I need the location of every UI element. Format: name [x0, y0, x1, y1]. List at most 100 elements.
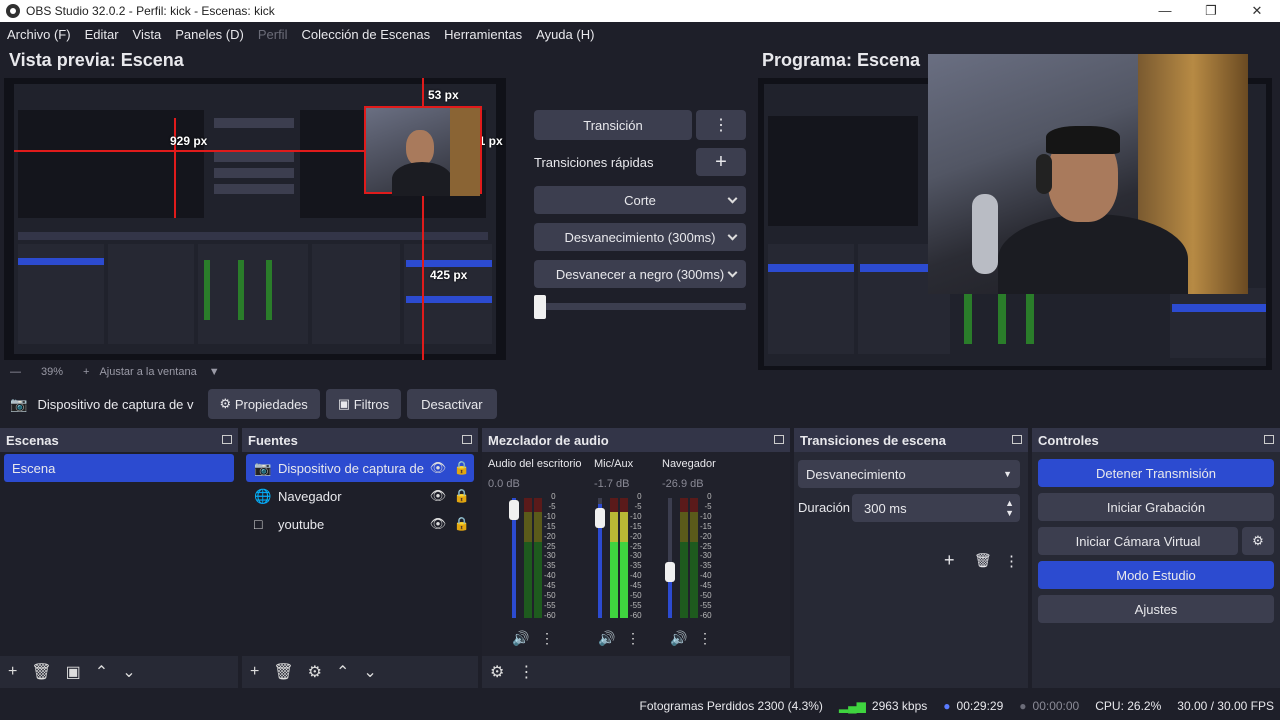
fps: 30.00 / 30.00 FPS: [1177, 699, 1274, 713]
quick-transition-fade-black[interactable]: Desvanecer a negro (300ms): [534, 260, 746, 288]
menu-coleccion[interactable]: Colección de Escenas: [301, 27, 430, 42]
trash-icon[interactable]: 🗑: [974, 552, 992, 569]
more-icon[interactable]: ⋮: [1004, 552, 1019, 570]
menu-editar[interactable]: Editar: [85, 27, 119, 42]
fader-knob[interactable]: [595, 508, 605, 528]
quick-transitions-label: Transiciones rápidas: [534, 155, 654, 170]
stop-stream-button[interactable]: Detener Transmisión: [1038, 459, 1274, 487]
speaker-icon[interactable]: 🔊: [512, 630, 529, 647]
quick-transition-fade[interactable]: Desvanecimiento (300ms): [534, 223, 746, 251]
transition-more-icon[interactable]: ⋮: [696, 110, 746, 140]
db-ticks: 0 -5 -10 -15 -20 -25 -30 -35 -40 -45 -50 -55 -60: [544, 492, 556, 621]
mixer-channel-desktop: Audio del escritorio 0.0 dB 0 -5 -10 -15 -20…: [488, 458, 582, 647]
maximize-icon[interactable]: ❐: [1188, 3, 1234, 19]
zoom-out-icon[interactable]: —: [10, 366, 21, 378]
add-quick-transition-icon[interactable]: +: [696, 148, 746, 176]
more-icon[interactable]: ⋮: [698, 630, 712, 647]
transition-button[interactable]: Transición: [534, 110, 692, 140]
db-tick-label: -45: [544, 581, 556, 591]
visibility-icon[interactable]: 👁: [426, 488, 450, 504]
zoom-in-icon[interactable]: +: [83, 366, 89, 378]
virtual-camera-button[interactable]: Iniciar Cámara Virtual: [1038, 527, 1238, 555]
menu-paneles[interactable]: Paneles (D): [175, 27, 244, 42]
filters-button[interactable]: ▣ Filtros: [325, 389, 402, 419]
preview-zoom-bar: — 39% + Ajustar a la ventana ▼: [0, 362, 520, 382]
virtual-camera-settings-icon[interactable]: ⚙: [1242, 527, 1274, 555]
transition-select[interactable]: Desvanecimiento ▼: [798, 460, 1020, 488]
window-icon: □: [254, 516, 263, 532]
db-tick-label: -25: [630, 541, 642, 551]
add-icon[interactable]: +: [944, 550, 955, 571]
camera-icon: 📷: [10, 395, 28, 412]
mixer-channel-mic: Mic/Aux -1.7 dB 0 -5 -10 -15 -20 -25 -30 -35 -40…: [594, 458, 642, 647]
lock-icon[interactable]: 🔒: [450, 460, 474, 476]
trash-icon[interactable]: 🗑: [273, 662, 293, 682]
fader-knob[interactable]: [665, 562, 675, 582]
visibility-icon[interactable]: 👁: [426, 460, 450, 476]
advanced-audio-icon[interactable]: ⚙: [490, 662, 504, 682]
db-tick-label: -35: [700, 561, 712, 571]
menu-vista[interactable]: Vista: [133, 27, 162, 42]
quick-transition-corte[interactable]: Corte: [534, 186, 746, 214]
level-meter: [524, 498, 532, 618]
studio-mode-button[interactable]: Modo Estudio: [1038, 561, 1274, 589]
up-icon[interactable]: ⌃: [95, 662, 108, 682]
undock-icon[interactable]: [1264, 435, 1274, 444]
zoom-value: 39%: [41, 366, 64, 378]
properties-button[interactable]: ⚙ Propiedades: [207, 389, 320, 419]
filter-icon[interactable]: ▣: [66, 662, 81, 682]
selected-source-box[interactable]: [364, 106, 482, 196]
down-icon[interactable]: ⌄: [122, 662, 135, 682]
start-recording-button[interactable]: Iniciar Grabación: [1038, 493, 1274, 521]
menu-ayuda[interactable]: Ayuda (H): [536, 27, 594, 42]
close-icon[interactable]: ✕: [1234, 3, 1280, 19]
undock-icon[interactable]: [222, 435, 232, 444]
fader-knob[interactable]: [509, 500, 519, 520]
db-tick-label: 0: [551, 492, 556, 501]
mixer-body: Audio del escritorio 0.0 dB 0 -5 -10 -15 -20…: [482, 452, 790, 656]
source-item[interactable]: □ youtube 👁 🔒: [246, 510, 474, 538]
more-icon[interactable]: ⋮: [540, 630, 554, 647]
speaker-icon[interactable]: 🔊: [598, 630, 615, 647]
fit-dropdown-icon[interactable]: ▼: [209, 366, 220, 378]
source-item[interactable]: 🌐 Navegador 👁 🔒: [246, 482, 474, 510]
lock-icon[interactable]: 🔒: [450, 488, 474, 504]
volume-fader[interactable]: [668, 498, 672, 618]
lock-icon[interactable]: 🔒: [450, 516, 474, 532]
menu-archivo[interactable]: Archivo (F): [7, 27, 71, 42]
menu-bar: Archivo (F) Editar Vista Paneles (D) Per…: [0, 22, 1280, 46]
webcam-video: [928, 54, 1248, 294]
settings-button[interactable]: Ajustes: [1038, 595, 1274, 623]
menu-herramientas[interactable]: Herramientas: [444, 27, 522, 42]
add-icon[interactable]: +: [250, 663, 259, 681]
fit-window-label[interactable]: Ajustar a la ventana: [99, 366, 196, 378]
visibility-icon[interactable]: 👁: [426, 516, 450, 532]
more-icon[interactable]: ⋮: [518, 662, 534, 682]
minimize-icon[interactable]: —: [1142, 3, 1188, 19]
undock-icon[interactable]: [1012, 435, 1022, 444]
source-item[interactable]: 📷 Dispositivo de captura de v 👁 🔒: [246, 454, 474, 482]
scene-item[interactable]: Escena: [4, 454, 234, 482]
scenes-title: Escenas: [6, 432, 59, 448]
undock-icon[interactable]: [774, 435, 784, 444]
level-meter: [610, 498, 618, 618]
deactivate-button[interactable]: Desactivar: [407, 389, 497, 419]
signal-icon: ▂▄▆: [838, 699, 866, 713]
duration-input[interactable]: 300 ms ▲ ▼: [852, 494, 1020, 522]
up-icon[interactable]: ⌃: [336, 662, 349, 682]
tbar-handle[interactable]: [534, 295, 546, 319]
trash-icon[interactable]: 🗑: [31, 662, 51, 682]
down-icon[interactable]: ⌄: [363, 662, 376, 682]
more-icon[interactable]: ⋮: [626, 630, 640, 647]
duration-label: Duración: [798, 500, 851, 515]
undock-icon[interactable]: [462, 435, 472, 444]
mixer-title: Mezclador de audio: [488, 432, 609, 448]
menu-perfil[interactable]: Perfil: [258, 27, 288, 42]
px-label-top: 53 px: [428, 88, 459, 102]
add-icon[interactable]: +: [8, 663, 17, 681]
db-tick-label: -10: [700, 511, 712, 521]
speaker-icon[interactable]: 🔊: [670, 630, 687, 647]
tbar-track[interactable]: [534, 303, 746, 310]
gear-icon[interactable]: ⚙: [308, 662, 322, 682]
scene-transitions-title: Transiciones de escena: [800, 432, 946, 448]
